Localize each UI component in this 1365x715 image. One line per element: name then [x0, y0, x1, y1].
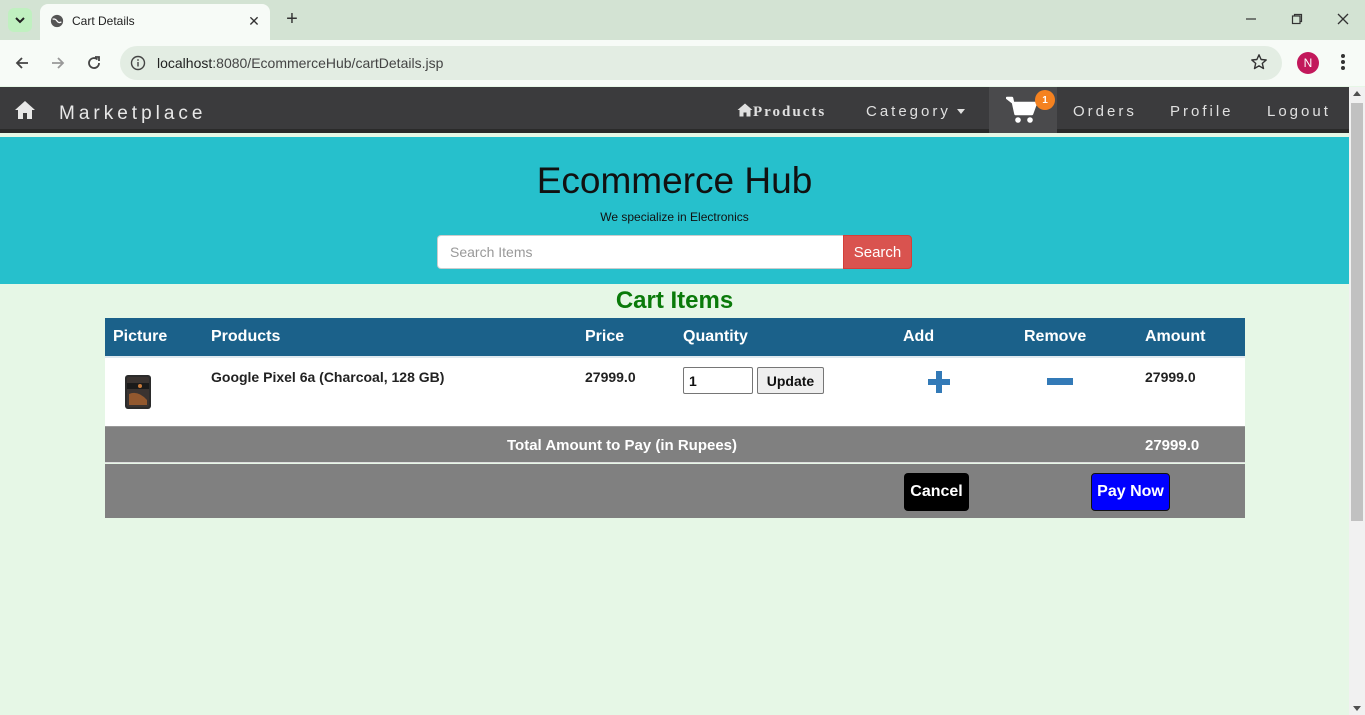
browser-menu-icon[interactable] — [1336, 51, 1350, 73]
cart-heading: Cart Items — [615, 287, 734, 314]
browser-tabstrip: Cart Details ✕ + — [0, 0, 1365, 40]
product-thumbnail[interactable] — [124, 374, 152, 410]
plus-icon[interactable] — [927, 370, 951, 394]
nav-products-label: Products — [753, 104, 827, 120]
brand-link[interactable]: Marketplace — [59, 103, 207, 125]
page-scrollbar[interactable] — [1349, 87, 1365, 715]
home-icon[interactable] — [14, 100, 36, 120]
nav-category-label: Category — [866, 103, 951, 120]
scroll-up-icon[interactable] — [1353, 91, 1361, 96]
pay-now-button[interactable]: Pay Now — [1091, 473, 1170, 511]
nav-orders[interactable]: Orders — [1073, 103, 1137, 120]
col-price: Price — [585, 328, 625, 345]
col-products: Products — [211, 328, 281, 345]
caret-down-icon — [956, 109, 965, 114]
table-header: Picture Products Price Quantity Add Remo… — [105, 318, 1245, 358]
total-value: 27999.0 — [1145, 437, 1200, 454]
home-icon — [737, 103, 753, 117]
close-window-icon[interactable] — [1333, 9, 1353, 29]
site-tagline: We specialize in Electronics — [600, 210, 749, 224]
line-amount: 27999.0 — [1145, 369, 1196, 385]
scroll-down-icon[interactable] — [1353, 706, 1361, 711]
page-viewport: Marketplace Products Category 1 Orders P… — [0, 87, 1349, 715]
url-host: localhost — [157, 55, 213, 71]
browser-toolbar: localhost:8080/EcommerceHub/cartDetails.… — [0, 40, 1365, 86]
product-name: Google Pixel 6a (Charcoal, 128 GB) — [211, 369, 445, 385]
col-remove: Remove — [1024, 328, 1087, 345]
shopping-cart-icon — [1006, 96, 1038, 123]
cancel-button[interactable]: Cancel — [904, 473, 969, 511]
nav-products[interactable]: Products — [737, 103, 826, 121]
minus-icon[interactable] — [1047, 378, 1073, 386]
bookmark-star-icon[interactable] — [1250, 53, 1268, 71]
tab-search-button[interactable] — [8, 8, 32, 32]
info-icon[interactable] — [130, 55, 146, 71]
minimize-icon[interactable] — [1241, 9, 1261, 29]
site-navbar: Marketplace Products Category 1 Orders P… — [0, 87, 1349, 133]
restore-icon[interactable] — [1287, 9, 1307, 29]
scrollbar-thumb[interactable] — [1351, 103, 1363, 521]
col-quantity: Quantity — [683, 328, 748, 345]
profile-avatar[interactable]: N — [1297, 52, 1319, 74]
total-label: Total Amount to Pay (in Rupees) — [507, 437, 738, 454]
total-row: Total Amount to Pay (in Rupees) 27999.0 — [105, 426, 1245, 463]
globe-icon — [50, 14, 64, 28]
tab-title: Cart Details — [72, 14, 135, 28]
col-add: Add — [903, 328, 935, 345]
address-bar[interactable]: localhost:8080/EcommerceHub/cartDetails.… — [120, 46, 1282, 80]
col-picture: Picture — [113, 328, 168, 345]
url-path: :8080/EcommerceHub/cartDetails.jsp — [212, 55, 444, 71]
close-tab-icon[interactable]: ✕ — [246, 13, 262, 29]
product-price: 27999.0 — [585, 369, 636, 385]
back-arrow-icon[interactable] — [11, 52, 33, 74]
url-text: localhost:8080/EcommerceHub/cartDetails.… — [157, 55, 443, 71]
chevron-down-icon — [15, 17, 25, 24]
update-button[interactable]: Update — [757, 367, 824, 394]
hero-banner: Ecommerce Hub We specialize in Electroni… — [0, 137, 1349, 284]
col-amount: Amount — [1145, 328, 1206, 345]
search-input[interactable] — [437, 235, 843, 269]
forward-arrow-icon[interactable] — [47, 52, 69, 74]
quantity-field[interactable] — [683, 367, 753, 394]
site-title: Ecommerce Hub — [536, 160, 813, 201]
nav-category[interactable]: Category — [866, 103, 965, 120]
table-row: Google Pixel 6a (Charcoal, 128 GB) 27999… — [105, 358, 1245, 426]
nav-profile[interactable]: Profile — [1170, 103, 1234, 120]
search-button[interactable]: Search — [843, 235, 912, 269]
browser-tab-active[interactable]: Cart Details ✕ — [40, 4, 270, 40]
nav-cart[interactable]: 1 — [989, 87, 1057, 133]
new-tab-icon[interactable]: + — [282, 9, 302, 29]
nav-logout[interactable]: Logout — [1267, 103, 1331, 120]
action-row: Cancel Pay Now — [105, 464, 1245, 518]
reload-icon[interactable] — [83, 52, 105, 74]
cart-count-badge: 1 — [1035, 90, 1055, 110]
